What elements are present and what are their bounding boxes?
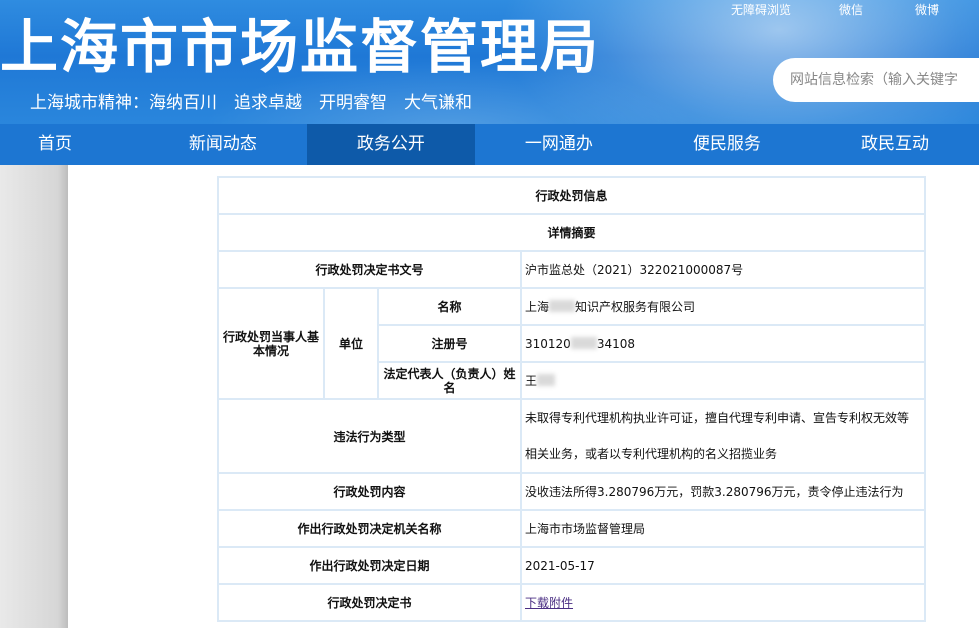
redaction-blur [549, 300, 576, 312]
content-value: 没收违法所得3.280796万元，罚款3.280796万元，责令停止违法行为 [519, 472, 927, 511]
table-row: 违法行为类型 未取得专利代理机构执业许可证，擅自代理专利申请、宣告专利权无效等相… [217, 398, 927, 474]
name-value-prefix: 上海 [525, 300, 550, 314]
site-slogan: 上海城市精神：海纳百川 追求卓越 开明睿智 大气谦和 [30, 93, 472, 113]
table-row: 行政处罚内容 没收违法所得3.280796万元，罚款3.280796万元，责令停… [217, 472, 927, 511]
reg-no-suffix: 34108 [596, 336, 635, 351]
table-row: 作出行政处罚决定机关名称 上海市市场监督管理局 [217, 509, 927, 548]
file-value: 下载附件 [519, 583, 927, 622]
legal-rep-prefix: 王 [525, 374, 538, 388]
date-value: 2021-05-17 [519, 546, 927, 585]
download-attachment-link[interactable]: 下载附件 [525, 596, 573, 610]
reg-no-label: 注册号 [377, 324, 522, 363]
site-title: 上海市市场监督管理局 [0, 13, 601, 81]
table-title: 行政处罚信息 [216, 176, 927, 215]
table-row: 作出行政处罚决定日期 2021-05-17 [217, 546, 927, 585]
org-label: 作出行政处罚决定机关名称 [217, 509, 522, 548]
name-label: 名称 [377, 287, 522, 326]
party-label: 行政处罚当事人基本情况 [217, 287, 325, 400]
search-input[interactable]: 网站信息检索（输入关键字 [773, 58, 979, 102]
nav-government-affairs[interactable]: 政务公开 [306, 124, 475, 165]
reg-no-value: 310120 34108 [519, 324, 927, 363]
accessibility-link[interactable]: 无障碍浏览 [731, 1, 791, 18]
doc-no-label: 行政处罚决定书文号 [217, 250, 522, 289]
content-area: 行政处罚信息 详情摘要 行政处罚决定书文号 沪市监总处（2021）3220210… [0, 165, 979, 628]
redaction-blur [537, 374, 556, 386]
nav-news[interactable]: 新闻动态 [139, 124, 307, 165]
content-label: 行政处罚内容 [217, 472, 522, 511]
table-row: 行政处罚当事人基本情况 单位 名称 上海 知识产权服务有限公司 [217, 287, 927, 400]
name-value-suffix: 知识产权服务有限公司 [575, 300, 696, 314]
main-nav: 首页 新闻动态 政务公开 一网通办 便民服务 政民互动 [0, 124, 979, 165]
redaction-blur [570, 336, 597, 349]
org-value: 上海市市场监督管理局 [519, 509, 927, 548]
nav-home[interactable]: 首页 [0, 124, 139, 165]
legal-rep-value: 王 [519, 361, 927, 400]
wechat-link[interactable]: 微信 [839, 1, 863, 18]
violation-value: 未取得专利代理机构执业许可证，擅自代理专利申请、宣告专利权无效等相关业务，或者以… [519, 398, 927, 474]
violation-label: 违法行为类型 [217, 398, 522, 474]
name-value: 上海 知识产权服务有限公司 [519, 287, 927, 326]
doc-no-value: 沪市监总处（2021）322021000087号 [519, 250, 927, 289]
penalty-info-table: 行政处罚信息 详情摘要 行政处罚决定书文号 沪市监总处（2021）3220210… [216, 176, 927, 622]
site-header: 上海市市场监督管理局 上海城市精神：海纳百川 追求卓越 开明睿智 大气谦和 无障… [0, 0, 979, 124]
table-subtitle: 详情摘要 [216, 213, 927, 252]
table-row: 行政处罚决定书文号 沪市监总处（2021）322021000087号 [217, 250, 927, 289]
unit-label: 单位 [323, 287, 379, 400]
weibo-link[interactable]: 微博 [915, 1, 939, 18]
nav-one-stop-service[interactable]: 一网通办 [475, 124, 643, 165]
nav-interaction[interactable]: 政民互动 [811, 124, 979, 165]
file-label: 行政处罚决定书 [217, 583, 522, 622]
legal-rep-label: 法定代表人（负责人）姓名 [377, 361, 522, 400]
left-sidebar-shadow [0, 165, 68, 628]
table-row: 行政处罚决定书 下载附件 [217, 583, 927, 622]
nav-public-service[interactable]: 便民服务 [643, 124, 811, 165]
reg-no-prefix: 310120 [525, 336, 571, 351]
date-label: 作出行政处罚决定日期 [217, 546, 522, 585]
